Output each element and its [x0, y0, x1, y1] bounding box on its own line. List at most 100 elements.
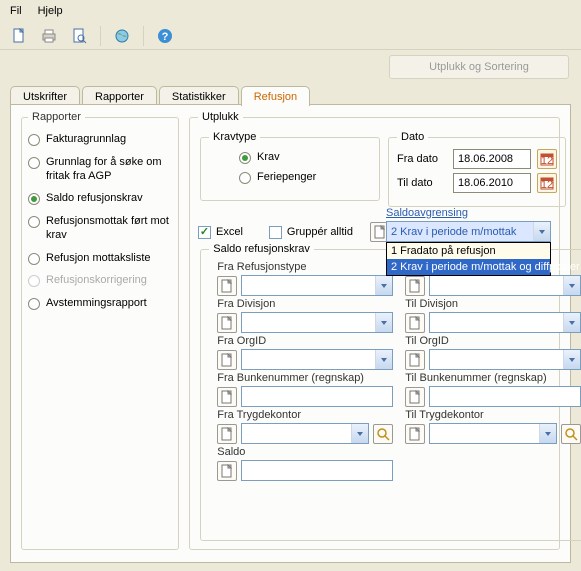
til-divisjon-combo[interactable] [429, 312, 581, 333]
chevron-down-icon [563, 350, 580, 369]
checkbox-label: Excel [216, 226, 243, 238]
radio-fakturagrunnlag[interactable]: Fakturagrunnlag [28, 133, 172, 147]
checkbox-icon [198, 226, 211, 239]
radio-refusjonsmottak[interactable]: Refusjonsmottak ført mot krav [28, 215, 172, 243]
tab-statistikker[interactable]: Statistikker [159, 86, 239, 106]
radio-krav[interactable]: Krav [239, 151, 371, 165]
chevron-down-icon [351, 424, 368, 443]
combo-value: 2 Krav i periode m/mottak [387, 224, 533, 240]
radio-icon [28, 157, 40, 169]
til-dato-input[interactable] [453, 173, 531, 193]
fra-divisjon-combo[interactable] [241, 312, 393, 333]
radio-refusjon-mottaksliste[interactable]: Refusjon mottaksliste [28, 252, 172, 266]
radio-icon [28, 216, 40, 228]
chevron-down-icon [539, 424, 556, 443]
til-orgid-browse[interactable] [405, 350, 425, 370]
chevron-down-icon [375, 350, 392, 369]
utplukk-sortering-button[interactable]: Utplukk og Sortering [389, 55, 569, 79]
menu-hjelp[interactable]: Hjelp [38, 5, 63, 17]
til-dato-calendar-button[interactable]: 12 [537, 173, 557, 193]
til-refusjonstype-combo[interactable] [429, 275, 581, 296]
radio-feriepenger[interactable]: Feriepenger [239, 171, 371, 185]
svg-text:12: 12 [541, 179, 553, 190]
main-panel: Rapporter Fakturagrunnlag Grunnlag for å… [10, 104, 571, 563]
chevron-down-icon [563, 313, 580, 332]
checkbox-icon [269, 226, 282, 239]
til-bunk-browse[interactable] [405, 387, 425, 407]
fra-refusjonstype-combo[interactable] [241, 275, 393, 296]
fra-trygd-browse[interactable] [217, 424, 237, 444]
fra-refusjonstype-browse[interactable] [217, 276, 237, 296]
help-icon[interactable]: ? [154, 25, 176, 47]
fra-refusjonstype-label: Fra Refusjonstype [217, 261, 393, 273]
tab-refusjon[interactable]: Refusjon [241, 86, 310, 106]
fra-bunk-browse[interactable] [217, 387, 237, 407]
menu-fil[interactable]: Fil [10, 5, 22, 17]
radio-icon [239, 152, 251, 164]
page-icon[interactable] [8, 25, 30, 47]
dato-legend: Dato [397, 131, 428, 143]
fra-orgid-combo[interactable] [241, 349, 393, 370]
saldoavgrensing-dropdown[interactable]: 1 Fradato på refusjon 2 Krav i periode m… [386, 242, 551, 276]
excel-checkbox[interactable]: Excel [198, 226, 243, 239]
utplukk-fieldset: Utplukk Kravtype Krav Feriepenger Dato F… [189, 111, 560, 550]
preview-icon[interactable] [68, 25, 90, 47]
fra-dato-calendar-button[interactable]: 12 [537, 149, 557, 169]
til-trygd-combo[interactable] [429, 423, 557, 444]
svg-text:12: 12 [541, 155, 553, 166]
chevron-down-icon [563, 276, 580, 295]
til-trygd-browse[interactable] [405, 424, 425, 444]
saldoavgrensing-link[interactable]: Saldoavgrensing [386, 207, 468, 219]
fra-trygd-search[interactable] [373, 424, 393, 444]
til-divisjon-browse[interactable] [405, 313, 425, 333]
fra-trygd-combo[interactable] [241, 423, 369, 444]
til-orgid-combo[interactable] [429, 349, 581, 370]
radio-label: Refusjonsmottak ført mot krav [46, 215, 172, 243]
fra-dato-label: Fra dato [397, 153, 447, 165]
fra-orgid-browse[interactable] [217, 350, 237, 370]
til-dato-label: Til dato [397, 177, 447, 189]
til-trygd-label: Til Trygdekontor [405, 409, 581, 421]
saldo-input[interactable] [241, 460, 393, 481]
radio-icon [28, 253, 40, 265]
saldo-label: Saldo [217, 446, 393, 458]
globe-icon[interactable] [111, 25, 133, 47]
fra-trygd-label: Fra Trygdekontor [217, 409, 393, 421]
radio-grunnlag-fritak[interactable]: Grunnlag for å søke om fritak fra AGP [28, 156, 172, 184]
radio-label: Feriepenger [257, 171, 316, 185]
saldoavgrensing-combo[interactable]: 2 Krav i periode m/mottak [386, 221, 551, 242]
saldo-browse[interactable] [217, 461, 237, 481]
radio-icon [28, 134, 40, 146]
rapporter-fieldset: Rapporter Fakturagrunnlag Grunnlag for å… [21, 111, 179, 550]
chevron-down-icon [375, 276, 392, 295]
radio-icon [28, 298, 40, 310]
svg-text:?: ? [162, 31, 169, 43]
til-refusjonstype-browse[interactable] [405, 276, 425, 296]
radio-label: Fakturagrunnlag [46, 133, 126, 147]
utplukk-legend: Utplukk [198, 111, 243, 123]
radio-icon [28, 193, 40, 205]
dropdown-option-2[interactable]: 2 Krav i periode m/mottak og diffposter [387, 259, 550, 275]
til-bunk-input[interactable] [429, 386, 581, 407]
til-bunk-label: Til Bunkenummer (regnskap) [405, 372, 581, 384]
tab-utskrifter[interactable]: Utskrifter [10, 86, 80, 106]
radio-avstemmingsrapport[interactable]: Avstemmingsrapport [28, 297, 172, 311]
radio-label: Avstemmingsrapport [46, 297, 147, 311]
radio-icon [28, 275, 40, 287]
grupper-checkbox[interactable]: Gruppér alltid [269, 226, 353, 239]
fra-dato-input[interactable] [453, 149, 531, 169]
fra-bunk-input[interactable] [241, 386, 393, 407]
fra-divisjon-browse[interactable] [217, 313, 237, 333]
til-trygd-search[interactable] [561, 424, 581, 444]
tab-rapporter[interactable]: Rapporter [82, 86, 157, 106]
radio-label: Grunnlag for å søke om fritak fra AGP [46, 156, 172, 184]
dropdown-option-1[interactable]: 1 Fradato på refusjon [387, 243, 550, 259]
saldo-fs-legend: Saldo refusjonskrav [209, 243, 314, 255]
radio-label: Refusjon mottaksliste [46, 252, 151, 266]
checkbox-label: Gruppér alltid [287, 226, 353, 238]
til-divisjon-label: Til Divisjon [405, 298, 581, 310]
radio-saldo-refusjonskrav[interactable]: Saldo refusjonskrav [28, 192, 172, 206]
print-icon[interactable] [38, 25, 60, 47]
kravtype-fieldset: Kravtype Krav Feriepenger [200, 131, 380, 201]
fra-orgid-label: Fra OrgID [217, 335, 393, 347]
